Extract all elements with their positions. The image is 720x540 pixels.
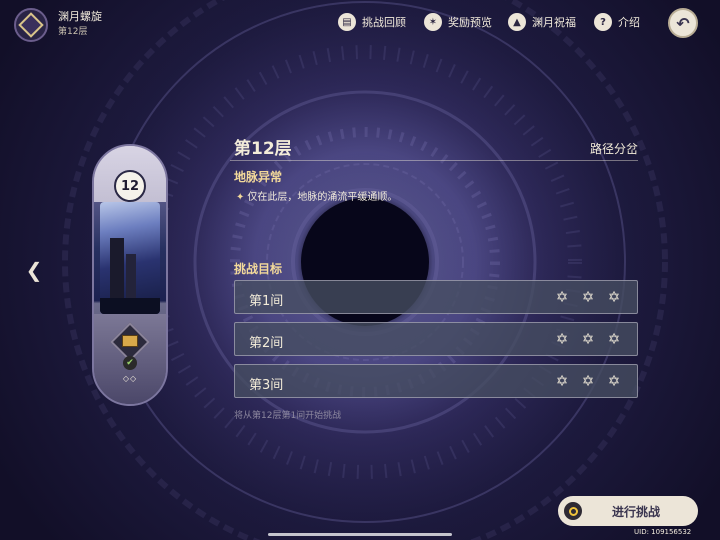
reward-preview-button[interactable]: ✶ 奖励预览 [424, 12, 492, 32]
floor-number-badge: 12 [114, 170, 146, 202]
question-icon: ? [594, 13, 612, 31]
page-subtitle: 第12层 [58, 27, 88, 37]
abyss-star-icon: ✡ [555, 372, 569, 390]
return-icon: ↶ [676, 13, 690, 33]
start-challenge-button[interactable]: 进行挑战 [558, 496, 698, 526]
challenge-review-button[interactable]: ▤ 挑战回顾 [338, 12, 406, 32]
chamber-name: 第2间 [249, 336, 284, 351]
return-button[interactable]: ↶ [668, 8, 698, 38]
abyss-star-icon: ✡ [607, 330, 621, 348]
check-icon: ✔ [123, 356, 137, 370]
book-icon: ▤ [338, 13, 356, 31]
ley-line-title: 地脉异常 [234, 170, 283, 184]
chamber-row-2[interactable]: 第2间 ✡ ✡ ✡ [234, 322, 638, 356]
page-title: 渊月螺旋 [58, 10, 102, 23]
abyss-blessing-button[interactable]: ▲ 渊月祝福 [508, 12, 576, 32]
abyss-star-icon: ✡ [581, 330, 595, 348]
uid-label: UID: 109156532 [634, 528, 692, 536]
abyss-star-icon: ✡ [581, 372, 595, 390]
floor-pips: ◇◇ [122, 374, 138, 383]
nav-label: 介绍 [618, 16, 640, 29]
floor-scene-image [100, 202, 160, 314]
nav-label: 奖励预览 [448, 16, 492, 29]
path-label: 路径分岔 [589, 142, 638, 156]
star-badge-icon: ✶ [424, 13, 442, 31]
up-arrow-icon: ▲ [508, 13, 526, 31]
previous-floor-arrow-icon[interactable]: ❮ [24, 258, 44, 282]
abyss-star-icon: ✡ [555, 330, 569, 348]
sparkle-icon: ✦ [236, 192, 245, 203]
chamber-stars: ✡ ✡ ✡ [553, 330, 623, 348]
scene-ground [100, 298, 160, 314]
chamber-name: 第3间 [249, 378, 284, 393]
ley-line-description: ✦ 仅在此层，地脉的涌流平缓通顺。 [236, 188, 397, 203]
challenge-goal-title: 挑战目标 [234, 262, 283, 276]
abyss-star-icon: ✡ [581, 288, 595, 306]
ley-line-text: 仅在此层，地脉的涌流平缓通顺。 [247, 192, 398, 203]
chamber-row-1[interactable]: 第1间 ✡ ✡ ✡ [234, 280, 638, 314]
chamber-name: 第1间 [249, 294, 284, 309]
chamber-row-3[interactable]: 第3间 ✡ ✡ ✡ [234, 364, 638, 398]
start-challenge-label: 进行挑战 [611, 504, 660, 519]
divider [230, 160, 638, 161]
confirm-circle-icon [564, 502, 582, 520]
top-bar: 渊月螺旋 第12层 ▤ 挑战回顾 ✶ 奖励预览 ▲ 渊月祝福 ? 介绍 ↶ [0, 0, 720, 46]
floor-card[interactable]: 12 ✔ ◇◇ [92, 144, 168, 406]
nav-label: 挑战回顾 [362, 16, 406, 29]
abyss-star-icon: ✡ [607, 372, 621, 390]
intro-button[interactable]: ? 介绍 [594, 12, 640, 32]
abyss-star-icon: ✡ [555, 288, 569, 306]
nav-label: 渊月祝福 [532, 16, 576, 29]
abyss-star-icon: ✡ [607, 288, 621, 306]
chamber-stars: ✡ ✡ ✡ [553, 288, 623, 306]
spiral-abyss-emblem-icon [14, 8, 48, 42]
home-indicator[interactable] [268, 533, 452, 536]
chamber-stars: ✡ ✡ ✡ [553, 372, 623, 390]
floor-title: 第12层 [234, 139, 292, 159]
chest-icon [122, 335, 138, 347]
start-hint: 将从第12层第1间开始挑战 [234, 411, 342, 421]
